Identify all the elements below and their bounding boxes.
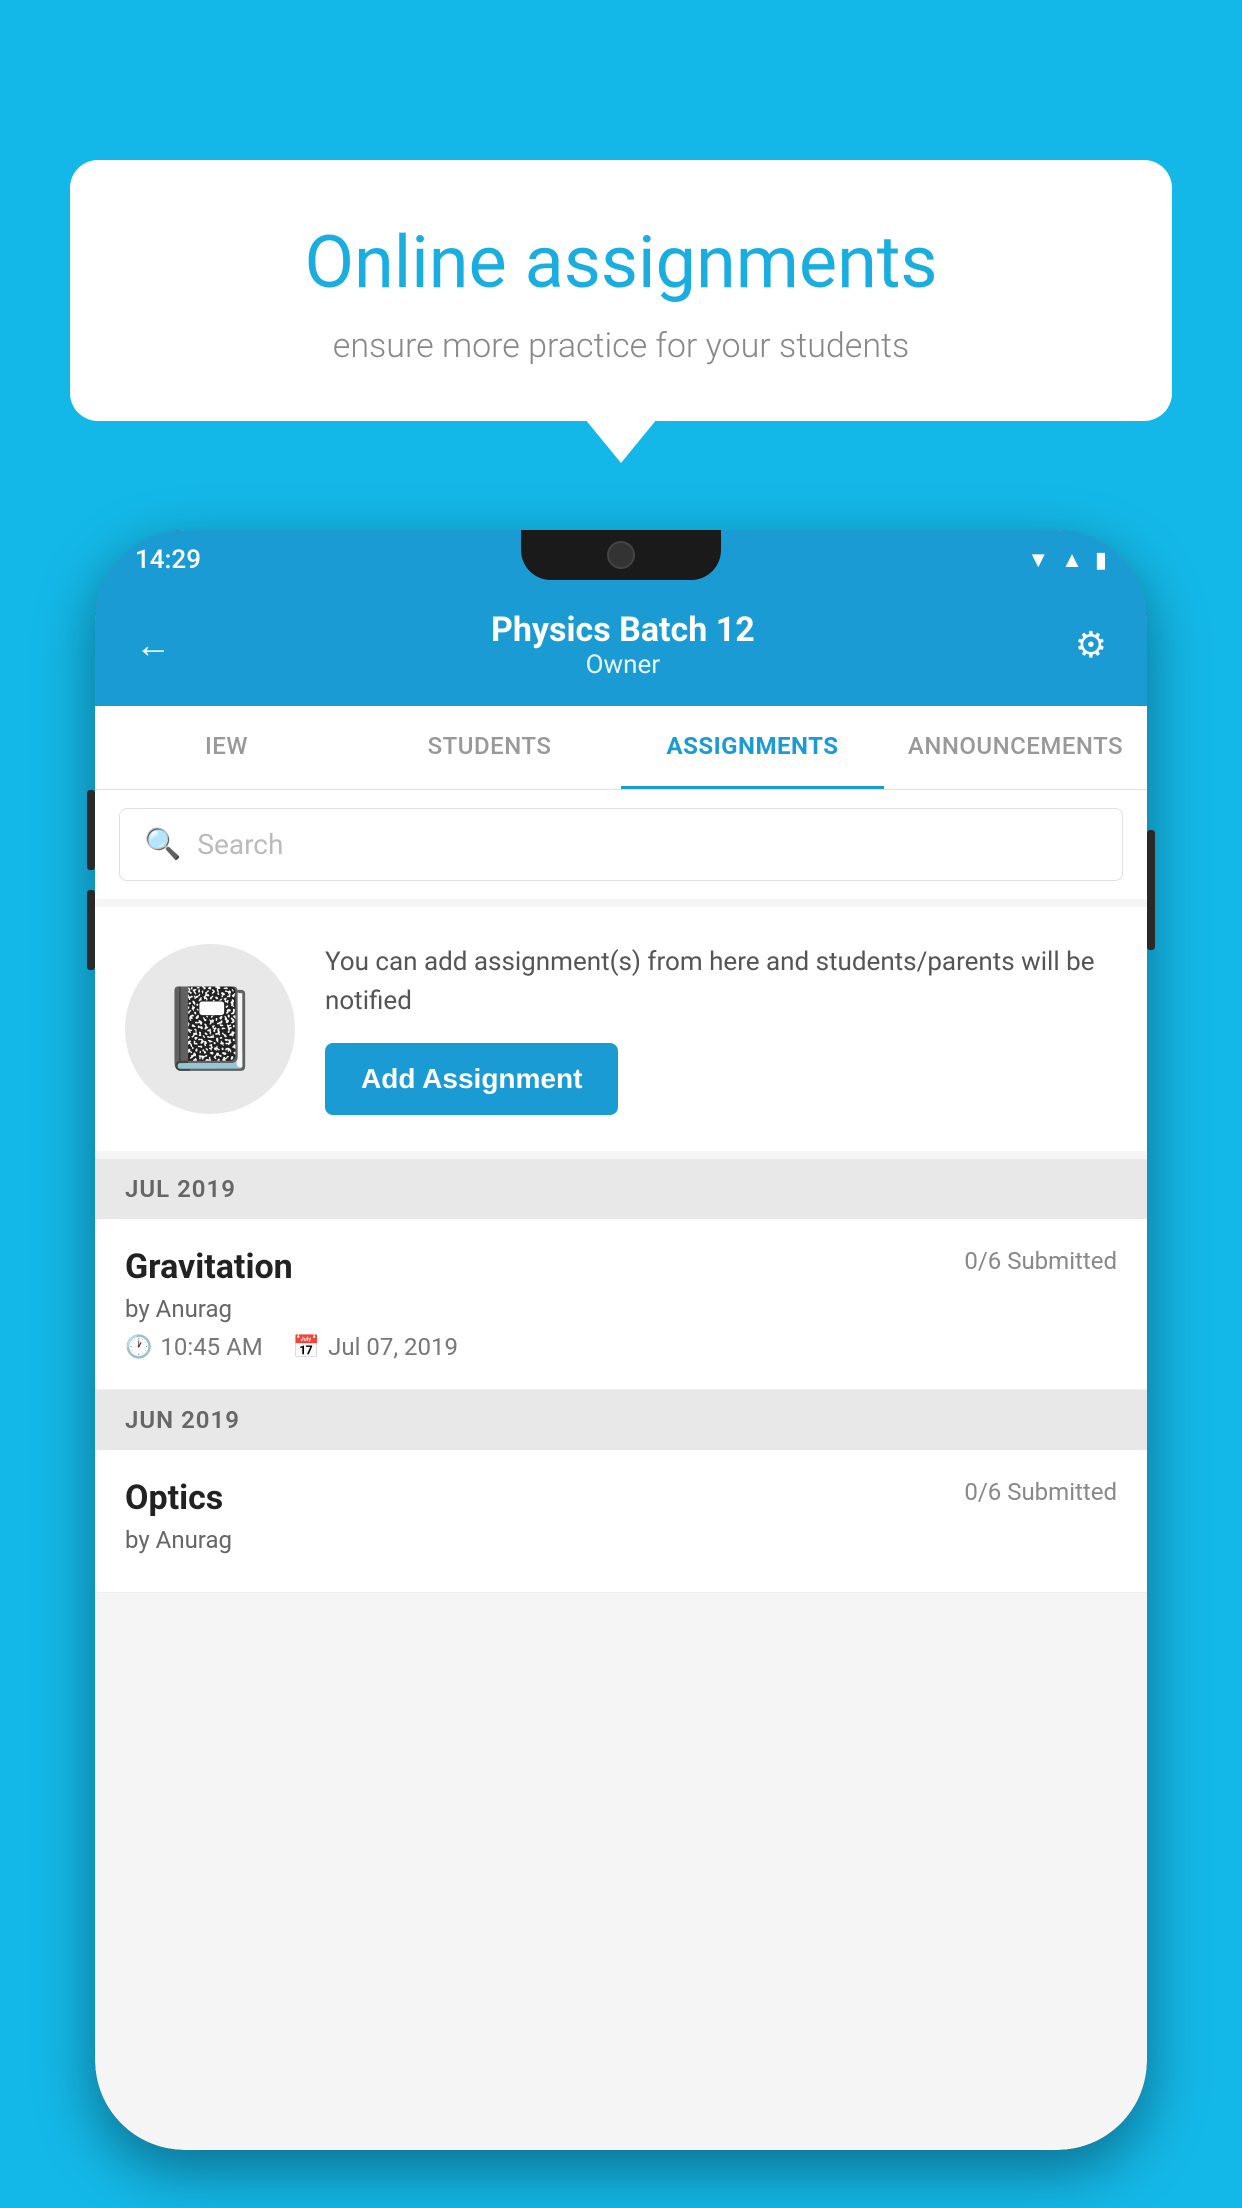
calendar-icon: 📅 — [293, 1335, 320, 1360]
search-container: 🔍 Search — [95, 790, 1147, 899]
signal-icon: ▲ — [1061, 547, 1083, 573]
clock-icon: 🕐 — [125, 1335, 152, 1360]
notebook-icon: 📓 — [160, 982, 260, 1076]
speech-bubble: Online assignments ensure more practice … — [70, 160, 1172, 421]
tab-assignments[interactable]: ASSIGNMENTS — [621, 706, 884, 789]
promo-block: 📓 You can add assignment(s) from here an… — [95, 907, 1147, 1151]
promo-icon-circle: 📓 — [125, 944, 295, 1114]
assignment-item-optics[interactable]: Optics 0/6 Submitted by Anurag — [95, 1450, 1147, 1593]
promo-description: You can add assignment(s) from here and … — [325, 943, 1117, 1021]
search-icon: 🔍 — [144, 827, 181, 862]
assignment-meta-gravitation: 🕐 10:45 AM 📅 Jul 07, 2019 — [125, 1333, 1117, 1361]
volume-up-button — [87, 790, 95, 870]
speech-bubble-title: Online assignments — [130, 220, 1112, 306]
add-assignment-button[interactable]: Add Assignment — [325, 1043, 618, 1115]
phone-screen: 14:29 ▼ ▲ ▮ ← Physics Batch 12 Owner ⚙ — [95, 530, 1147, 2150]
batch-title: Physics Batch 12 — [491, 610, 755, 650]
tabs-container: IEW STUDENTS ASSIGNMENTS ANNOUNCEMENTS — [95, 706, 1147, 790]
battery-icon: ▮ — [1095, 548, 1107, 573]
assignment-top-row: Gravitation 0/6 Submitted — [125, 1247, 1117, 1287]
assignment-by-optics: by Anurag — [125, 1526, 1117, 1554]
assignment-time: 10:45 AM — [160, 1333, 262, 1361]
phone-notch — [521, 530, 721, 580]
phone-frame: 14:29 ▼ ▲ ▮ ← Physics Batch 12 Owner ⚙ — [95, 530, 1147, 2150]
assignment-date-item: 📅 Jul 07, 2019 — [293, 1333, 458, 1361]
back-button[interactable]: ← — [135, 624, 171, 666]
tab-students[interactable]: STUDENTS — [358, 706, 621, 789]
speech-bubble-subtitle: ensure more practice for your students — [130, 326, 1112, 366]
assignment-submitted-optics: 0/6 Submitted — [964, 1478, 1117, 1506]
section-header-jul: JUL 2019 — [95, 1159, 1147, 1219]
phone-container: 14:29 ▼ ▲ ▮ ← Physics Batch 12 Owner ⚙ — [95, 530, 1147, 2208]
header-title-block: Physics Batch 12 Owner — [491, 610, 755, 680]
batch-subtitle: Owner — [491, 650, 755, 680]
app-header: ← Physics Batch 12 Owner ⚙ — [95, 590, 1147, 706]
wifi-icon: ▼ — [1027, 547, 1049, 573]
assignment-optics-top-row: Optics 0/6 Submitted — [125, 1478, 1117, 1518]
section-header-jun: JUN 2019 — [95, 1390, 1147, 1450]
status-time: 14:29 — [135, 545, 201, 575]
promo-text-block: You can add assignment(s) from here and … — [325, 943, 1117, 1115]
assignment-title-optics: Optics — [125, 1478, 223, 1518]
screen-content: 🔍 Search 📓 You can add assignment(s) fro… — [95, 790, 1147, 2150]
tab-announcements[interactable]: ANNOUNCEMENTS — [884, 706, 1147, 789]
tab-iew[interactable]: IEW — [95, 706, 358, 789]
status-icons: ▼ ▲ ▮ — [1027, 547, 1107, 573]
assignment-item-gravitation[interactable]: Gravitation 0/6 Submitted by Anurag 🕐 10… — [95, 1219, 1147, 1390]
settings-button[interactable]: ⚙ — [1075, 624, 1107, 666]
assignment-time-item: 🕐 10:45 AM — [125, 1333, 263, 1361]
assignment-by-gravitation: by Anurag — [125, 1295, 1117, 1323]
front-camera — [607, 541, 635, 569]
volume-down-button — [87, 890, 95, 970]
assignment-title-gravitation: Gravitation — [125, 1247, 293, 1287]
search-placeholder-text: Search — [197, 828, 283, 861]
speech-bubble-container: Online assignments ensure more practice … — [70, 160, 1172, 421]
search-bar[interactable]: 🔍 Search — [119, 808, 1123, 881]
assignment-submitted-gravitation: 0/6 Submitted — [964, 1247, 1117, 1275]
power-button — [1147, 830, 1155, 950]
assignment-date: Jul 07, 2019 — [328, 1333, 458, 1361]
